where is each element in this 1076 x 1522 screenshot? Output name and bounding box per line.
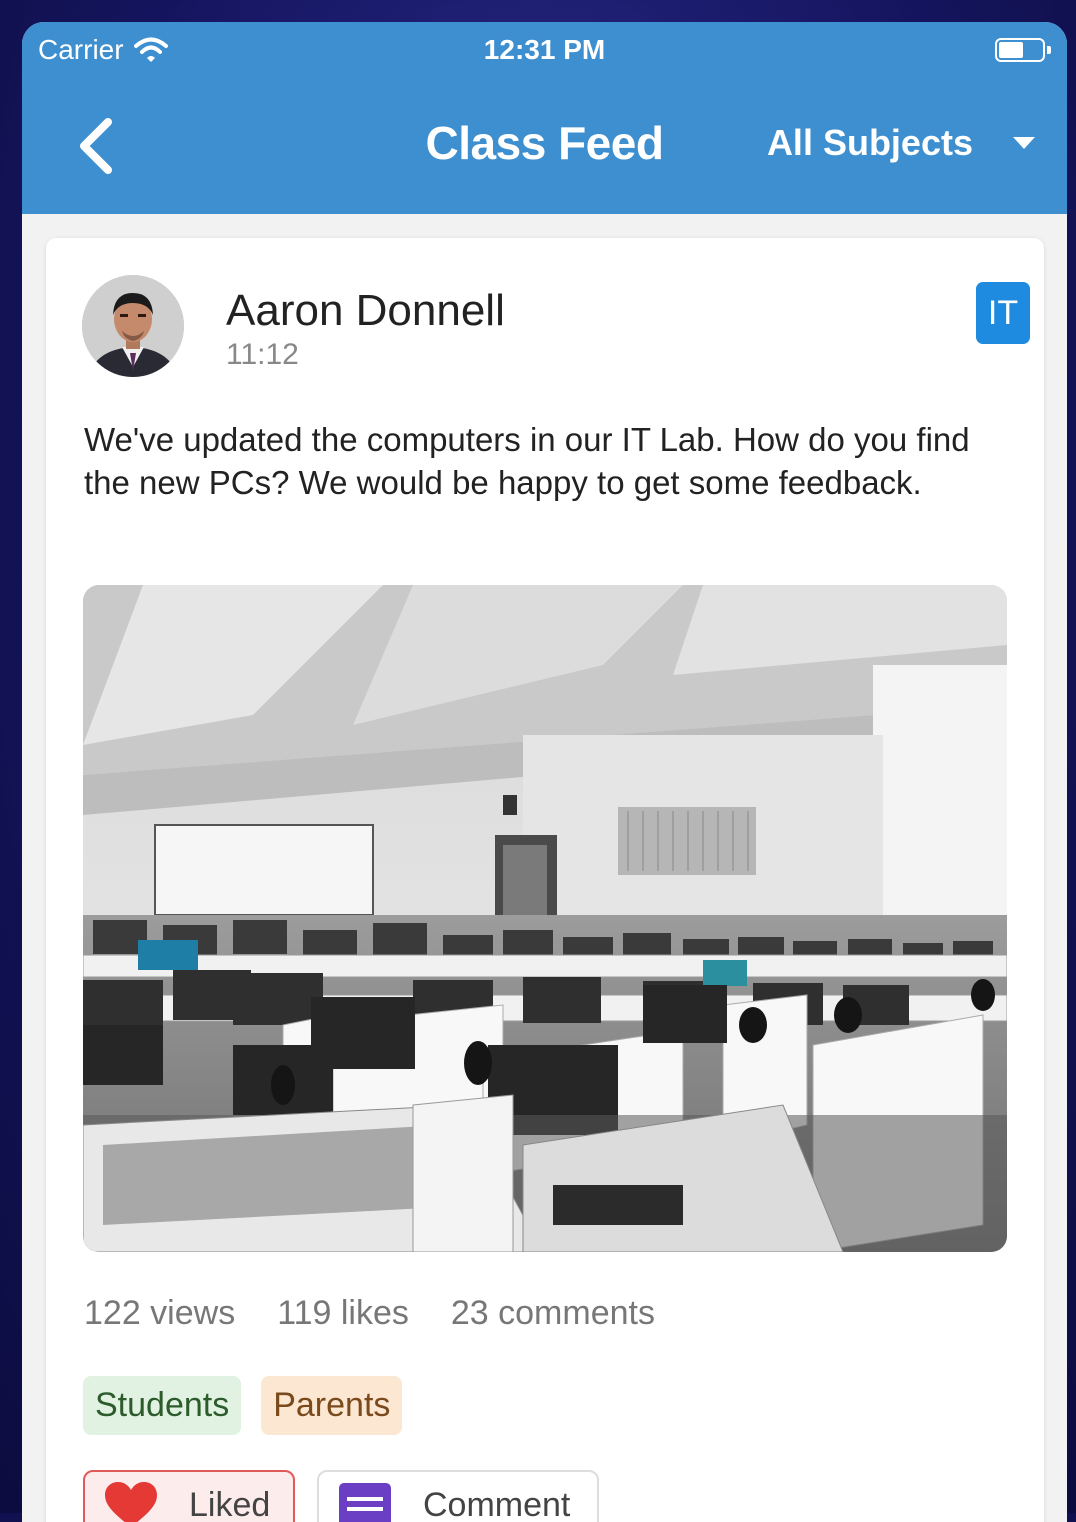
comment-icon [337,1481,393,1522]
subject-filter-label: All Subjects [767,122,973,164]
app-header: Carrier 12:31 PM Class Feed All Subjects [22,22,1067,214]
phone-screen: Carrier 12:31 PM Class Feed All Subjects [22,22,1067,1522]
status-time: 12:31 PM [22,34,1067,66]
battery-icon [995,38,1051,64]
audience-tags: Students Parents [83,1376,402,1435]
post-stats: 122 views 119 likes 23 comments [84,1294,655,1333]
post-text: We've updated the computers in our IT La… [84,418,1024,504]
subject-badge: IT [976,282,1030,344]
author-name[interactable]: Aaron Donnell [226,286,505,336]
navigation-bar: Class Feed All Subjects [22,102,1067,192]
subject-filter-dropdown[interactable]: All Subjects [767,122,1037,164]
likes-count[interactable]: 119 likes [277,1294,409,1333]
post-photo[interactable] [83,585,1007,1252]
post-time: 11:12 [226,338,299,372]
post-actions: Liked Comment [83,1470,599,1522]
author-avatar[interactable] [82,275,184,377]
comments-count[interactable]: 23 comments [451,1294,655,1333]
tag-parents[interactable]: Parents [261,1376,402,1435]
like-button[interactable]: Liked [83,1470,295,1522]
comment-button-label: Comment [423,1486,570,1522]
post-card: Aaron Donnell 11:12 IT We've updated the… [46,238,1044,1522]
heart-icon [103,1481,159,1522]
views-count: 122 views [84,1294,235,1333]
dropdown-caret-icon [1011,135,1037,151]
status-bar: Carrier 12:31 PM [22,28,1067,72]
avatar-portrait [82,275,184,377]
tag-students[interactable]: Students [83,1376,241,1435]
comment-button[interactable]: Comment [317,1470,599,1522]
computer-lab-image [83,585,1007,1252]
like-button-label: Liked [189,1486,270,1522]
